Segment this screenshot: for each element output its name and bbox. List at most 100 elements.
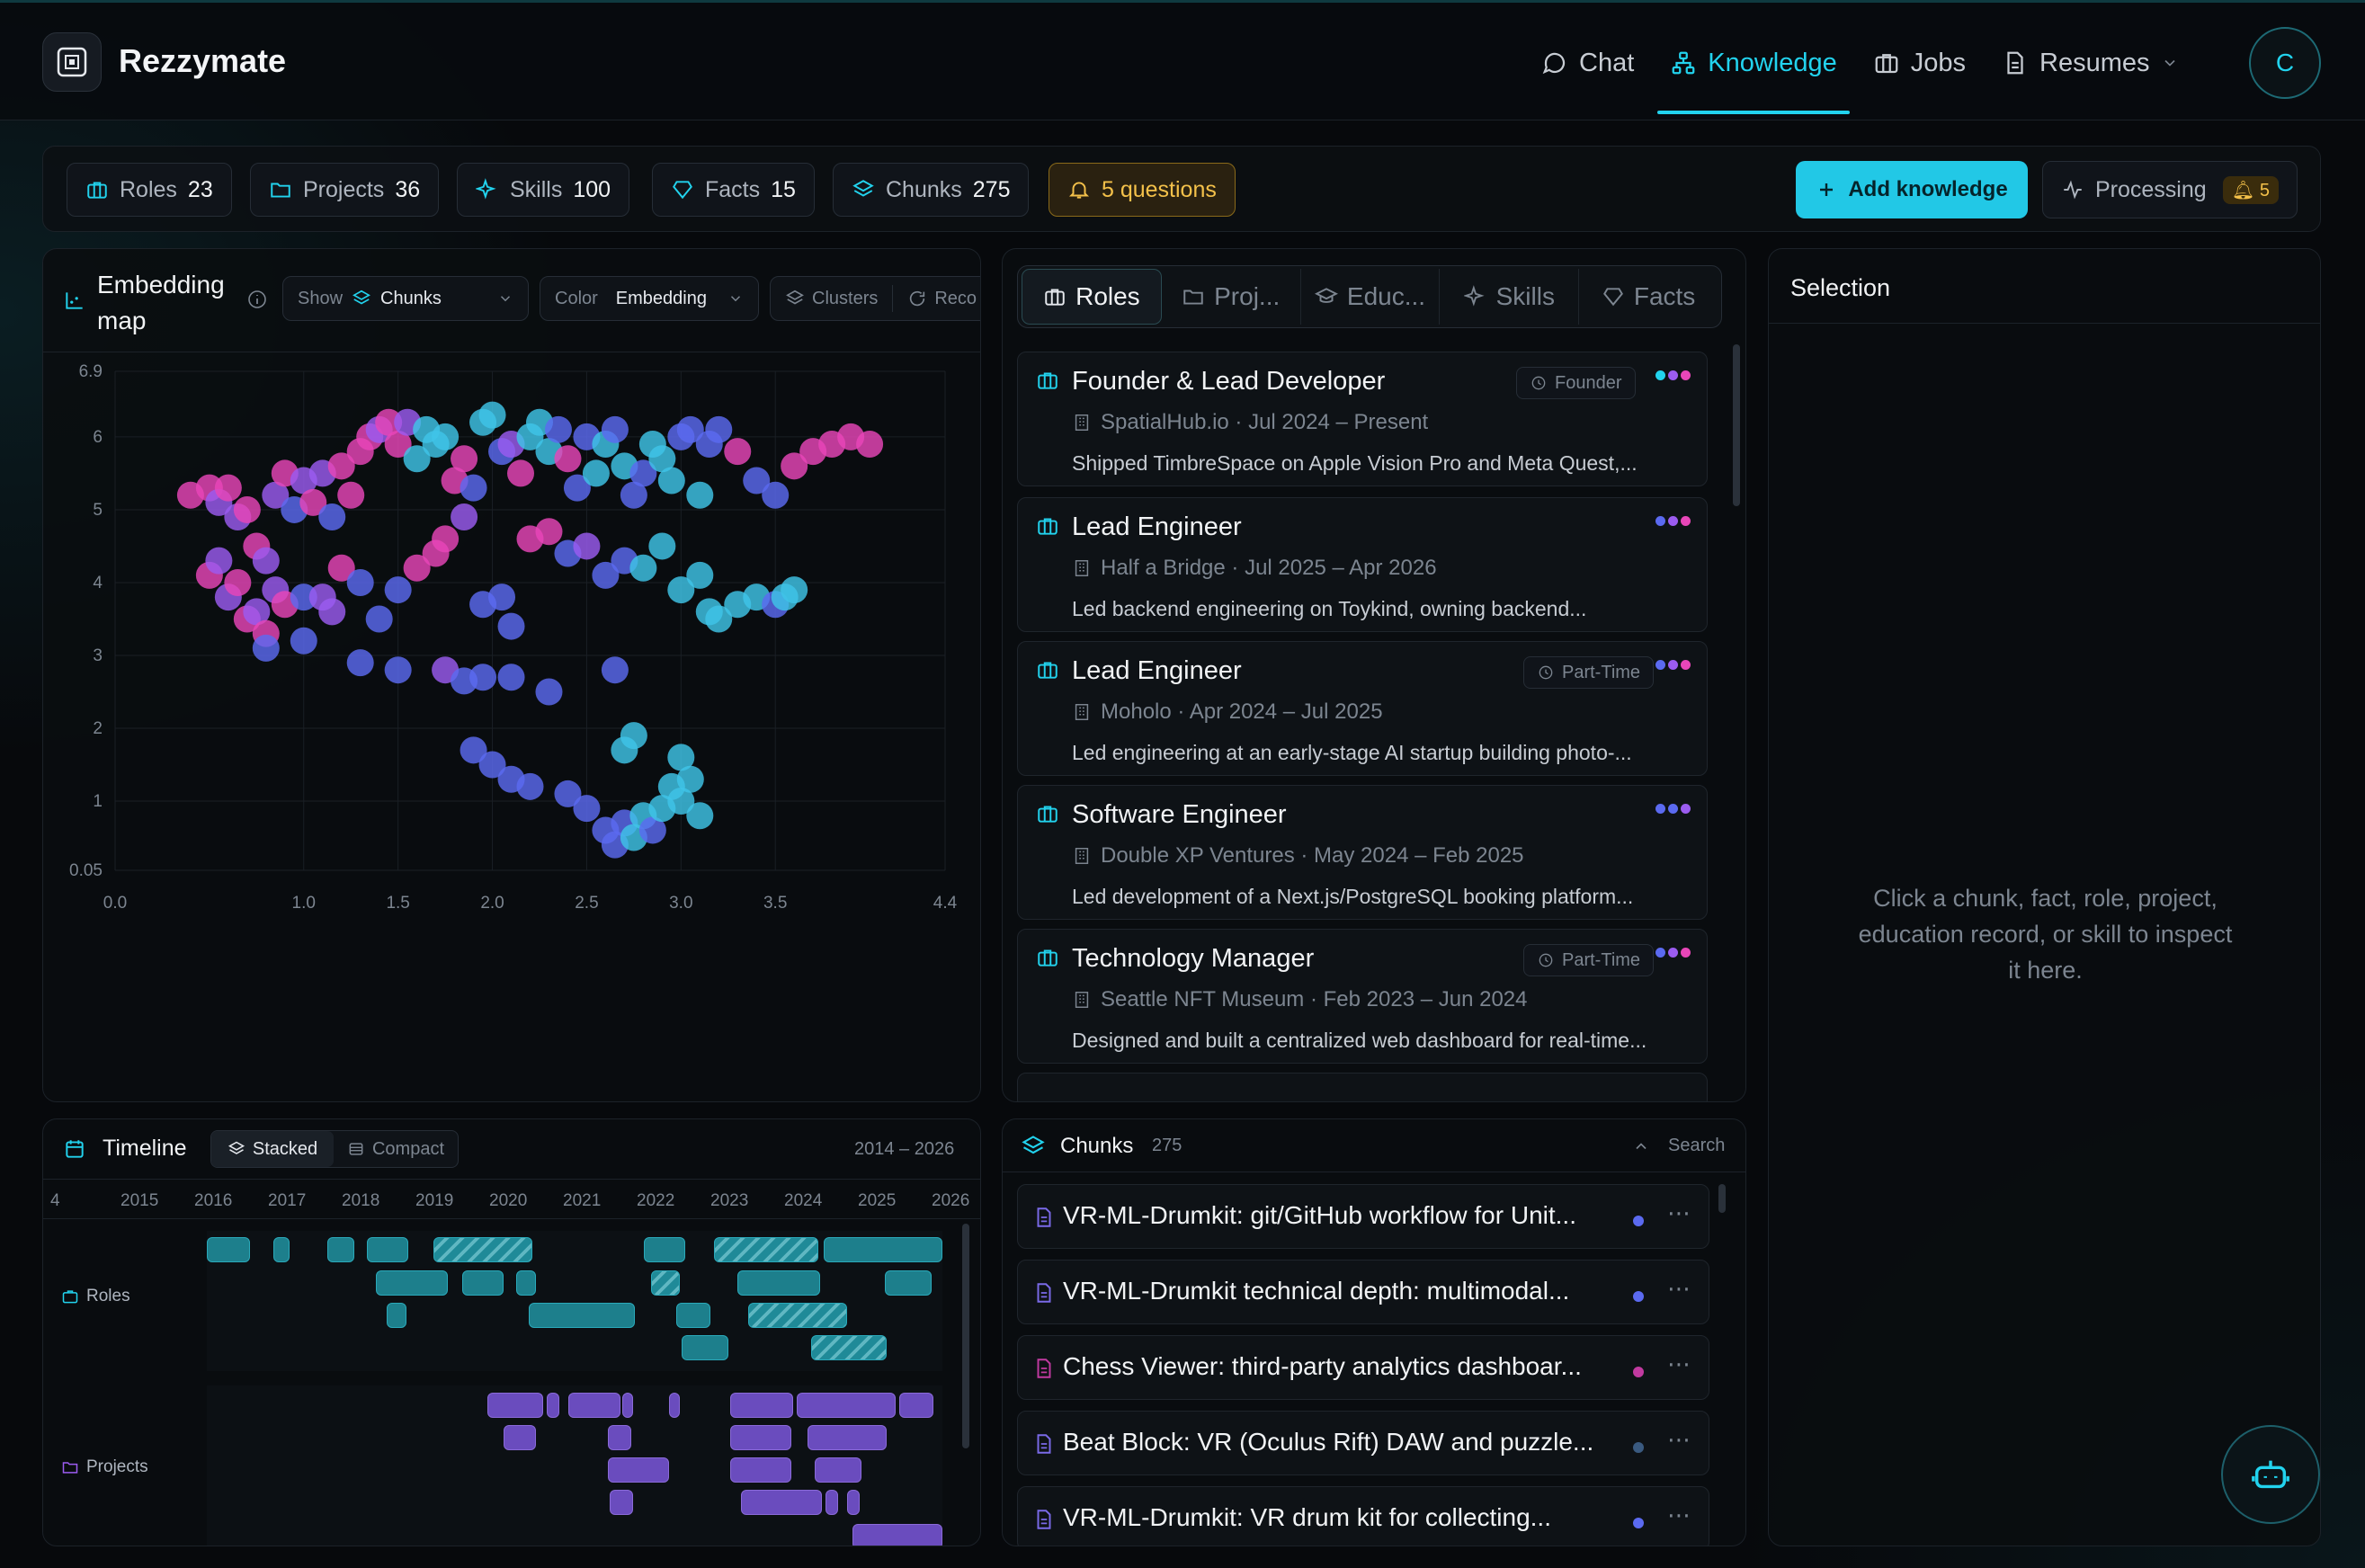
chunk-item[interactable]: Chess Viewer: third-party analytics dash… [1017, 1335, 1709, 1400]
role-bar[interactable] [367, 1237, 408, 1262]
role-bar[interactable] [387, 1303, 406, 1328]
stacked-button[interactable]: Stacked [211, 1131, 334, 1167]
scatter-point[interactable] [686, 481, 714, 509]
scatter-point[interactable] [611, 736, 638, 764]
scatter-point[interactable] [346, 649, 374, 677]
scatter-point[interactable] [451, 503, 478, 531]
scatter-point[interactable] [601, 415, 629, 443]
scatter-point[interactable] [384, 656, 412, 684]
tab-skills[interactable]: Skills [1440, 269, 1580, 325]
recompute-button[interactable]: Reco [934, 289, 977, 309]
scatter-point[interactable] [214, 474, 242, 502]
scatter-point[interactable] [856, 431, 884, 459]
role-bar[interactable] [714, 1237, 818, 1262]
scatter-point[interactable] [469, 664, 497, 691]
project-bar[interactable] [815, 1457, 861, 1483]
compact-button[interactable]: Compact [334, 1131, 458, 1167]
scatter-point[interactable] [318, 503, 346, 531]
tab-roles[interactable]: Roles [1022, 269, 1162, 325]
scatter-point[interactable] [460, 474, 487, 502]
show-select[interactable]: Show Chunks [282, 276, 529, 321]
project-bar[interactable] [808, 1425, 887, 1450]
questions-button[interactable]: 5 questions [1049, 163, 1236, 217]
role-card[interactable]: Lead Engineer Moholo · Apr 2024 – Jul 202… [1017, 641, 1708, 776]
project-bar[interactable] [504, 1425, 536, 1450]
role-bar[interactable] [651, 1270, 680, 1296]
scatter-point[interactable] [762, 481, 790, 509]
role-bar[interactable] [676, 1303, 710, 1328]
scatter-point[interactable] [544, 415, 572, 443]
more-options-icon[interactable]: ⋯ [1667, 1199, 1692, 1227]
scatter-point[interactable] [497, 664, 525, 691]
stat-chunks[interactable]: Chunks 275 [833, 163, 1030, 217]
project-bar[interactable] [852, 1524, 942, 1546]
scatter-point[interactable] [365, 605, 393, 633]
chunk-item[interactable]: VR-ML-Drumkit technical depth: multimoda… [1017, 1260, 1709, 1324]
project-bar[interactable] [608, 1425, 631, 1450]
nav-resumes[interactable]: Resumes [1989, 3, 2191, 123]
app-logo[interactable] [42, 32, 102, 92]
project-bar[interactable] [487, 1393, 543, 1418]
scatter-point[interactable] [432, 423, 460, 450]
tab-education[interactable]: Educ... [1301, 269, 1441, 325]
scatter-point[interactable] [601, 656, 629, 684]
role-bar[interactable] [433, 1237, 532, 1262]
project-bar[interactable] [622, 1393, 633, 1418]
more-options-icon[interactable]: ⋯ [1667, 1426, 1692, 1454]
more-options-icon[interactable]: ⋯ [1667, 1350, 1692, 1378]
chunk-item[interactable]: Beat Block: VR (Oculus Rift) DAW and puz… [1017, 1411, 1709, 1475]
scatter-point[interactable] [582, 459, 610, 487]
scatter-point[interactable] [535, 518, 563, 546]
stat-facts[interactable]: Facts 15 [652, 163, 815, 217]
project-bar[interactable] [899, 1393, 933, 1418]
role-bar[interactable] [207, 1237, 250, 1262]
role-bar[interactable] [644, 1237, 685, 1262]
nav-jobs[interactable]: Jobs [1861, 3, 1978, 123]
scatter-point[interactable] [205, 547, 233, 575]
scatter-point[interactable] [573, 532, 601, 560]
role-card[interactable]: Lead Engineer Half a Bridge · Jul 2025 – … [1017, 497, 1708, 632]
scatter-point[interactable] [657, 467, 685, 494]
scatter-point[interactable] [432, 525, 460, 553]
scatter-point[interactable] [252, 634, 280, 662]
more-options-icon[interactable]: ⋯ [1667, 1275, 1692, 1303]
clusters-toggle[interactable]: Clusters [812, 289, 878, 309]
timeline-scrollbar[interactable] [962, 1224, 969, 1448]
scatter-point[interactable] [497, 612, 525, 640]
roles-scrollbar[interactable] [1733, 344, 1740, 506]
stat-projects[interactable]: Projects 36 [250, 163, 440, 217]
scatter-point[interactable] [686, 561, 714, 589]
role-card[interactable]: Technology Manager Seattle NFT Museum · F… [1017, 929, 1708, 1064]
scatter-point[interactable] [451, 445, 478, 473]
role-bar[interactable] [376, 1270, 448, 1296]
project-bar[interactable] [547, 1393, 559, 1418]
scatter-point[interactable] [648, 532, 676, 560]
role-bar[interactable] [682, 1335, 728, 1360]
embedding-scatter-plot[interactable]: 0.0 1.0 1.5 2.0 2.5 3.0 3.5 4.4 6.9 6 5 4 3 2 1 0.05 [43, 353, 981, 1100]
role-bar[interactable] [529, 1303, 635, 1328]
role-card[interactable]: Software Engineer Double XP Ventures · Ma… [1017, 785, 1708, 920]
project-bar[interactable] [610, 1490, 633, 1515]
chunk-item[interactable]: VR-ML-Drumkit: VR drum kit for collectin… [1017, 1486, 1709, 1546]
color-select[interactable]: Color Embedding [540, 276, 759, 321]
scatter-point[interactable] [554, 445, 582, 473]
tab-facts[interactable]: Facts [1579, 269, 1718, 325]
stat-skills[interactable]: Skills 100 [457, 163, 630, 217]
project-bar[interactable] [608, 1457, 669, 1483]
role-bar[interactable] [327, 1237, 354, 1262]
role-bar[interactable] [824, 1237, 942, 1262]
scatter-point[interactable] [252, 547, 280, 575]
scatter-point[interactable] [629, 554, 657, 582]
scatter-point[interactable] [724, 438, 752, 466]
info-icon[interactable] [246, 289, 268, 310]
chunks-scrollbar[interactable] [1718, 1184, 1726, 1213]
add-knowledge-button[interactable]: Add knowledge [1796, 161, 2028, 218]
project-bar[interactable] [730, 1457, 791, 1483]
role-bar[interactable] [462, 1270, 504, 1296]
role-bar[interactable] [273, 1237, 290, 1262]
project-bar[interactable] [847, 1490, 860, 1515]
processing-button[interactable]: Processing 🔔︎ 5 [2042, 161, 2298, 218]
scatter-point[interactable] [535, 678, 563, 706]
scatter-point[interactable] [686, 802, 714, 830]
scatter-point[interactable] [781, 576, 808, 604]
